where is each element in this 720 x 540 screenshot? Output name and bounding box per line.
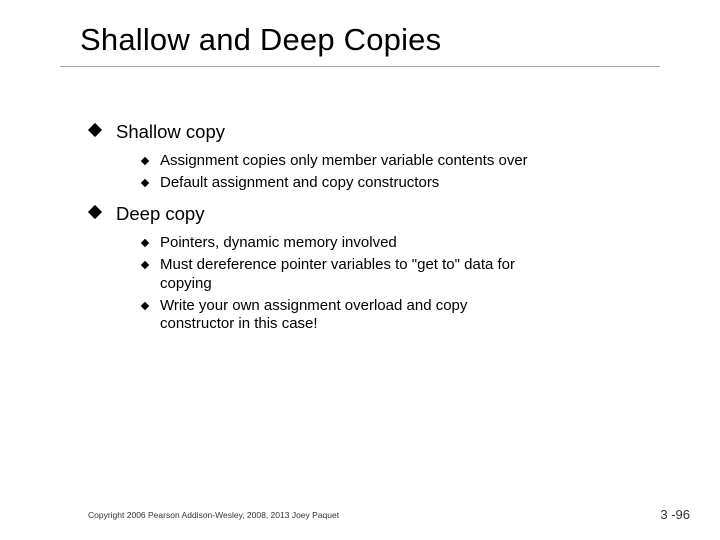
- slide: Shallow and Deep Copies Shallow copy Ass…: [0, 0, 720, 540]
- bullet-list-level2: Assignment copies only member variable c…: [142, 152, 650, 193]
- section-shallow-copy: Shallow copy Assignment copies only memb…: [90, 120, 650, 192]
- section-deep-copy: Deep copy Pointers, dynamic memory invol…: [90, 202, 650, 333]
- list-item: Assignment copies only member variable c…: [142, 152, 542, 170]
- list-item-text: Write your own assignment overload and c…: [160, 297, 467, 332]
- bullet-list-level1: Shallow copy Assignment copies only memb…: [90, 120, 650, 333]
- diamond-bullet-icon: [141, 261, 149, 269]
- list-item: Must dereference pointer variables to "g…: [142, 256, 542, 293]
- slide-body: Shallow copy Assignment copies only memb…: [90, 120, 650, 343]
- list-item-text: Default assignment and copy constructors: [160, 174, 439, 191]
- list-item-text: Assignment copies only member variable c…: [160, 152, 528, 169]
- footer-page-number: 3 -96: [660, 507, 690, 522]
- diamond-bullet-icon: [141, 239, 149, 247]
- bullet-list-level2: Pointers, dynamic memory involved Must d…: [142, 234, 650, 333]
- diamond-bullet-icon: [141, 302, 149, 310]
- list-item-text: Pointers, dynamic memory involved: [160, 234, 397, 251]
- section-label: Shallow copy: [116, 121, 225, 142]
- list-item: Default assignment and copy constructors: [142, 174, 542, 192]
- footer-copyright: Copyright 2006 Pearson Addison-Wesley, 2…: [88, 510, 339, 520]
- slide-title: Shallow and Deep Copies: [80, 22, 441, 58]
- section-label: Deep copy: [116, 203, 204, 224]
- list-item: Write your own assignment overload and c…: [142, 297, 542, 334]
- diamond-bullet-icon: [141, 156, 149, 164]
- title-divider: [60, 66, 660, 67]
- diamond-bullet-icon: [141, 179, 149, 187]
- diamond-bullet-icon: [88, 205, 102, 219]
- diamond-bullet-icon: [88, 123, 102, 137]
- list-item: Pointers, dynamic memory involved: [142, 234, 542, 252]
- list-item-text: Must dereference pointer variables to "g…: [160, 256, 515, 291]
